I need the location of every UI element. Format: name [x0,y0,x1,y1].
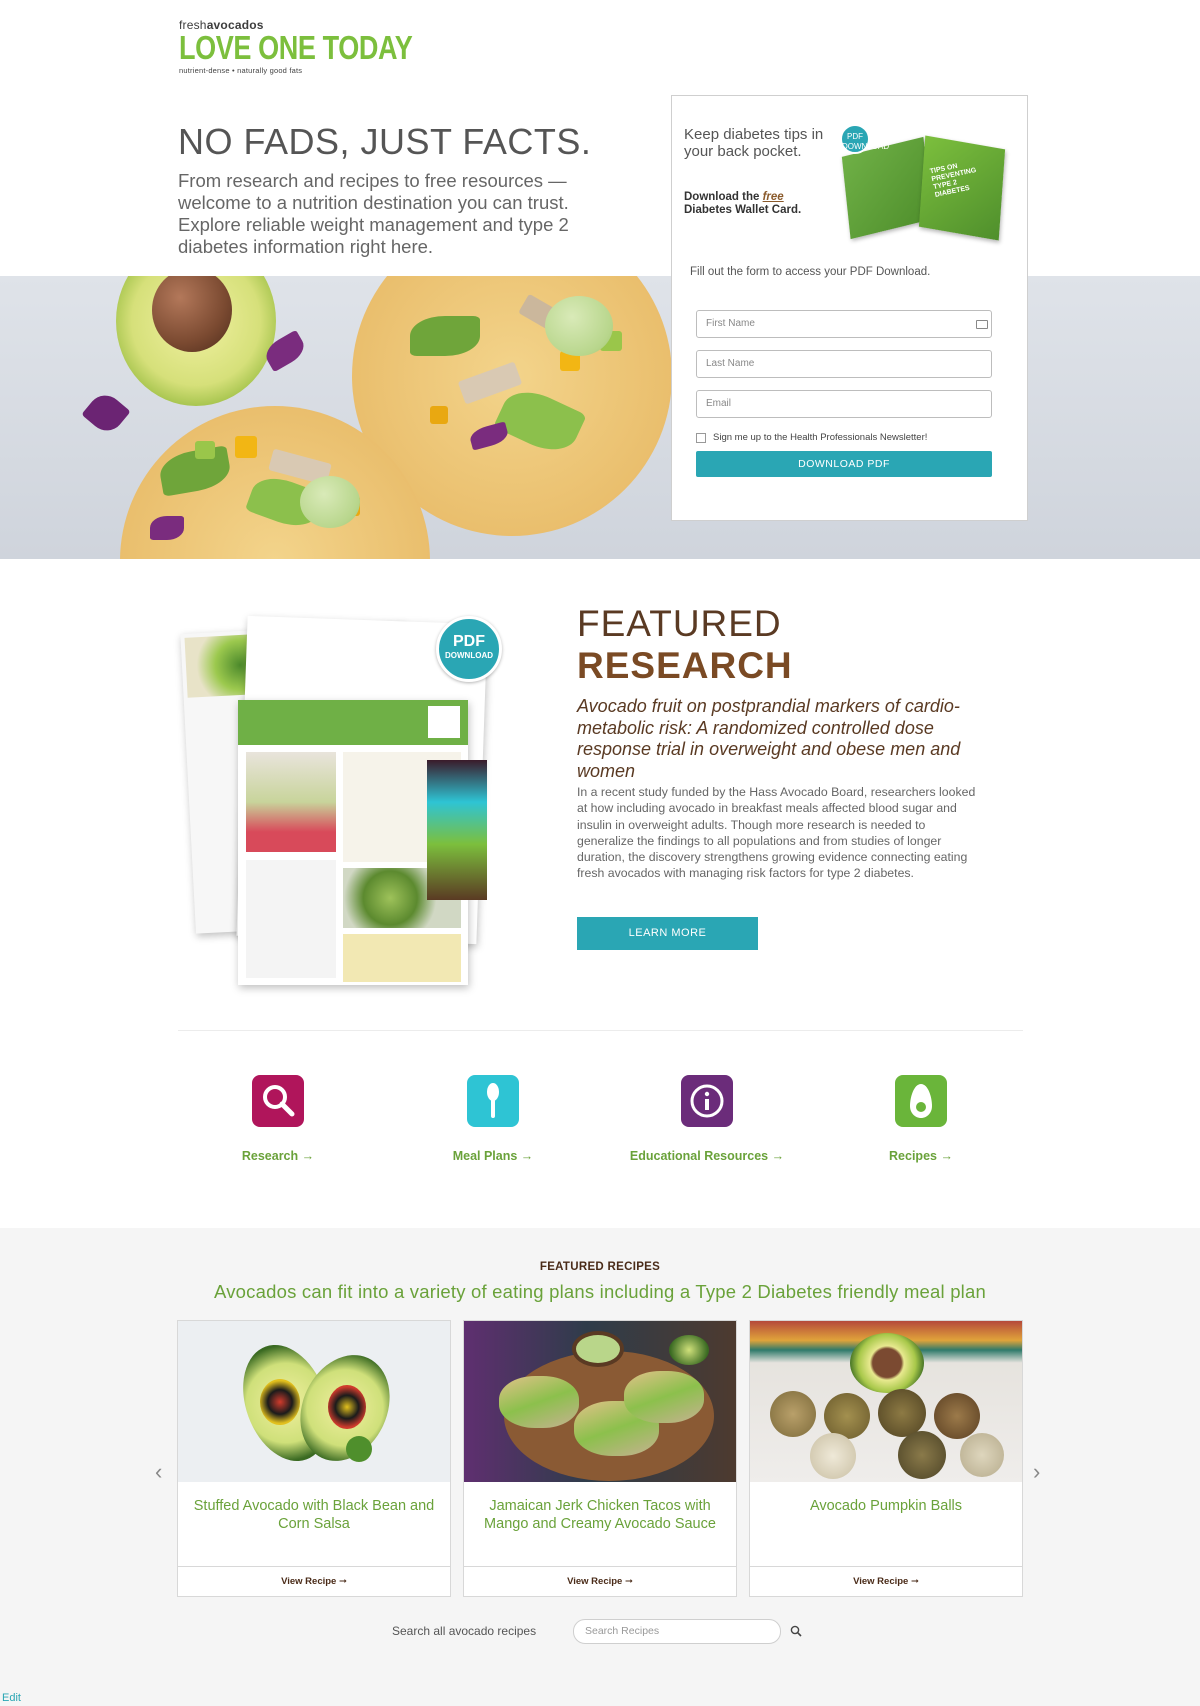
hero-text: From research and recipes to free resour… [178,170,569,257]
newsletter-label: Sign me up to the Health Professionals N… [713,432,928,443]
search-icon[interactable] [790,1625,802,1637]
category-label: Recipes → [889,1149,953,1163]
download-form-card: Keep diabetes tips in your back pocket. … [671,95,1028,521]
download-pdf-button[interactable]: DOWNLOAD PDF [696,451,992,477]
recipes-eyebrow: FEATURED RECIPES [539,1261,661,1273]
brochure-logo [428,706,460,738]
info-icon [681,1075,733,1127]
recipe-name[interactable]: Stuffed Avocado with Black Bean and Corn… [188,1497,440,1533]
recipe-name[interactable]: Jamaican Jerk Chicken Tacos with Mango a… [474,1497,726,1533]
avocado-half-image [850,1333,924,1393]
avocado-chunk [195,441,215,459]
pumpkin-ball-image [878,1389,926,1437]
lettuce-piece [410,316,480,356]
logo-wordmark: LOVE ONE TODAY [179,29,413,66]
category-label: Educational Resources → [629,1149,785,1163]
category-label: Research → [241,1149,315,1163]
cilantro-image [346,1436,372,1462]
category-label: Meal Plans → [452,1149,534,1163]
brochure-side-strip [427,760,487,900]
logo-tagline: nutrient-dense • naturally good fats [179,66,303,75]
form-sub-prefix: Download the [684,191,763,203]
pumpkin-ball-image [934,1393,980,1439]
newsletter-checkbox-row[interactable]: Sign me up to the Health Professionals N… [696,432,927,443]
email-field[interactable]: Email [696,390,992,418]
pumpkin-ball-image [770,1391,816,1437]
research-body: In a recent study funded by the Hass Avo… [577,785,976,881]
spoon-icon [467,1075,519,1127]
category-recipes[interactable]: Recipes → [821,1075,1021,1163]
form-instruction: Fill out the form to access your PDF Dow… [690,266,931,278]
contact-card-icon [976,320,988,329]
recipe-photo [464,1321,736,1482]
taco-image [499,1376,579,1428]
learn-more-button[interactable]: LEARN MORE [577,917,758,950]
first-name-field[interactable]: First Name [696,310,992,338]
newsletter-checkbox[interactable] [696,432,706,443]
avocado-sauce [300,476,360,528]
brand-logo[interactable]: freshavocados LOVE ONE TODAY nutrient-de… [179,18,413,76]
salsa-filling-image [260,1379,300,1425]
badge-download-text: DOWNLOAD [445,651,493,660]
research-study-title: Avocado fruit on postprandial markers of… [577,696,961,781]
section-divider [178,1030,1023,1031]
carousel-prev-arrow[interactable]: ‹ [155,1459,162,1485]
salsa-filling-image [328,1385,366,1429]
recipe-photo [178,1321,450,1482]
hero-title: NO FADS, JUST FACTS. [178,121,592,162]
brochure-conclusion [343,934,461,982]
last-name-field[interactable]: Last Name [696,350,992,378]
avocado-sauce [545,296,613,356]
view-recipe-link[interactable]: View Recipe ➞ [464,1566,736,1596]
research-title-line1: FEATURED [577,603,782,644]
avocado-icon [895,1075,947,1127]
form-heading: Keep diabetes tips in your back pocket. [684,126,824,160]
pumpkin-ball-image [960,1433,1004,1477]
pdf-download-badge: PDF DOWNLOAD [436,616,502,682]
badge-pdf-text: PDF [453,633,485,650]
carousel-next-arrow[interactable]: › [1033,1459,1040,1485]
wallet-card-image: TIPS ON PREVENTING TYPE 2 DIABETES PDF D… [840,124,1010,241]
research-brochure-image: PDF DOWNLOAD [180,615,522,985]
recipe-card[interactable]: Jamaican Jerk Chicken Tacos with Mango a… [463,1320,737,1597]
recipe-photo [750,1321,1022,1482]
pumpkin-ball-image [810,1433,856,1479]
cabbage-piece [150,516,184,540]
pumpkin-ball-image [898,1431,946,1479]
mango-piece [430,406,448,424]
recipe-search-input[interactable]: Search Recipes [573,1619,781,1644]
recipes-subtitle: Avocados can fit into a variety of eatin… [214,1281,986,1302]
edit-link[interactable]: Edit [2,1692,21,1704]
brochure-parfait-photo [246,752,336,852]
form-subheading: Download the free Diabetes Wallet Card. [684,191,834,217]
search-icon [252,1075,304,1127]
form-sub-free: free [762,191,784,203]
cabbage-piece [81,388,131,438]
form-sub-suffix: Diabetes Wallet Card. [684,204,802,216]
taco-image [624,1371,704,1423]
category-research[interactable]: Research → [178,1075,378,1163]
category-educational-resources[interactable]: Educational Resources → [607,1075,807,1163]
recipe-search-label: Search all avocado recipes [392,1624,537,1638]
sauce-bowl-image [572,1331,624,1367]
brochure-takeaways [246,860,336,978]
recipe-card[interactable]: Stuffed Avocado with Black Bean and Corn… [177,1320,451,1597]
recipe-card[interactable]: Avocado Pumpkin Balls View Recipe ➞ [749,1320,1023,1597]
view-recipe-link[interactable]: View Recipe ➞ [178,1566,450,1596]
view-recipe-link[interactable]: View Recipe ➞ [750,1566,1022,1596]
pdf-download-badge: PDF DOWNLOAD [840,124,889,154]
research-title-line2: RESEARCH [577,645,793,686]
mango-piece [235,436,257,458]
recipe-name[interactable]: Avocado Pumpkin Balls [760,1497,1012,1515]
avocado-half-image [669,1335,709,1365]
category-meal-plans[interactable]: Meal Plans → [393,1075,593,1163]
